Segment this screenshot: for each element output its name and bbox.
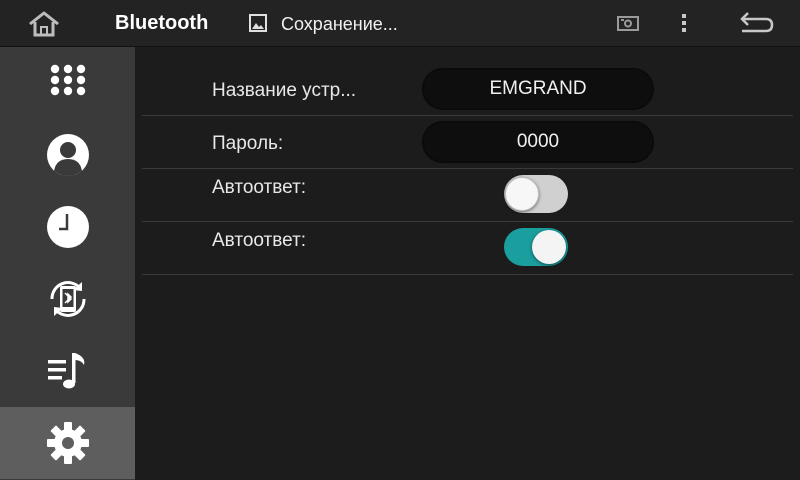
phone-sync-icon [49, 281, 86, 317]
password-field[interactable]: 0000 [422, 121, 654, 163]
device-name-row: Название устр... EMGRAND [142, 63, 793, 116]
more-vert-icon [682, 14, 686, 32]
clock-icon [46, 206, 89, 248]
notification-text: Сохранение... [281, 14, 398, 34]
device-name-field[interactable]: EMGRAND [422, 68, 654, 110]
toggle-knob [532, 230, 566, 264]
autoanswer-toggle-1[interactable] [504, 175, 568, 213]
autoanswer-toggle-2[interactable] [504, 228, 568, 266]
sidebar-item-settings[interactable] [0, 407, 135, 479]
sidebar-item-sync[interactable] [0, 263, 135, 335]
contacts-icon [46, 134, 89, 176]
back-icon [740, 12, 774, 33]
settings-panel: Название устр... EMGRAND Пароль: 0000 Ав… [135, 47, 800, 480]
screenshot-icon [617, 14, 639, 32]
password-row: Пароль: 0000 [142, 116, 793, 169]
home-icon [29, 11, 59, 37]
autoanswer-label-1: Автоответ: [212, 177, 307, 198]
sidebar-item-history[interactable] [0, 191, 135, 263]
autoanswer-row-1: Автоответ: [142, 169, 793, 222]
sidebar-item-dialpad[interactable] [0, 47, 135, 119]
autoanswer-row-2: Автоответ: [142, 222, 793, 275]
gear-icon [46, 422, 89, 464]
sidebar-item-contacts[interactable] [0, 119, 135, 191]
toggle-knob [505, 177, 539, 211]
autoanswer-label-2: Автоответ: [212, 230, 307, 251]
device-name-label: Название устр... [212, 80, 357, 101]
password-label: Пароль: [212, 133, 284, 154]
home-button[interactable] [24, 9, 64, 39]
sidebar [0, 47, 135, 480]
app-title: Bluetooth [115, 12, 209, 34]
status-bar: Bluetooth Сохранение... [0, 0, 800, 47]
image-icon [249, 14, 267, 32]
music-list-icon [47, 353, 84, 389]
sidebar-item-music[interactable] [0, 335, 135, 407]
dialpad-icon [50, 64, 85, 96]
overflow-menu-button[interactable] [676, 10, 692, 36]
back-button[interactable] [736, 10, 776, 36]
